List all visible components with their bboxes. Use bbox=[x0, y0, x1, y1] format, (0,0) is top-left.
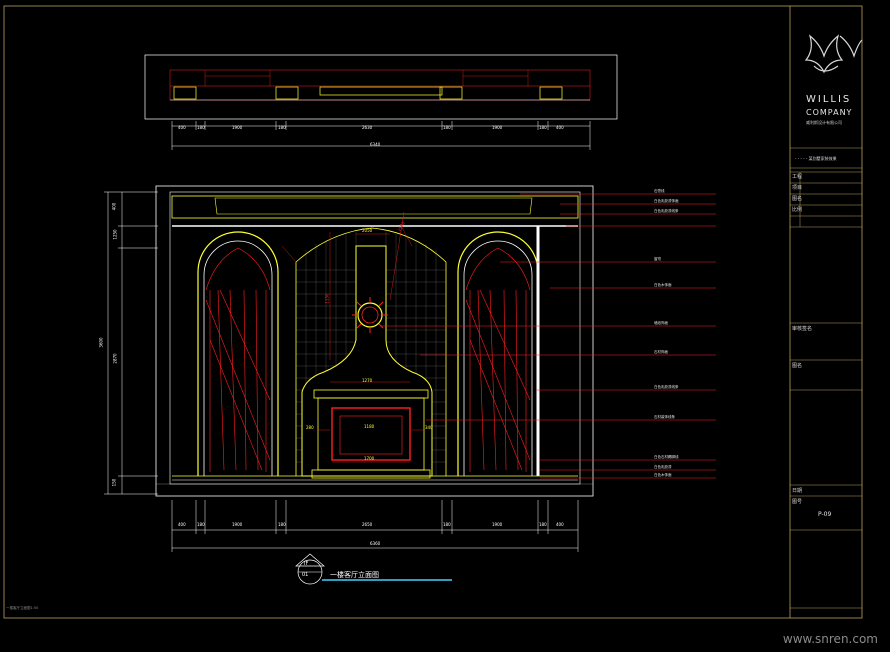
cad-drawing-canvas bbox=[3, 5, 863, 619]
inner-dim: 2050 bbox=[362, 228, 373, 233]
inner-dim: 1150 bbox=[324, 293, 330, 304]
callout-label: 石材饰面 bbox=[654, 350, 668, 354]
tb-field-drawing-name: 图名 bbox=[792, 363, 803, 369]
elev-dim: 180 bbox=[197, 522, 205, 527]
tb-field-project: 工程 bbox=[792, 174, 803, 180]
left-dim: 150 bbox=[111, 478, 117, 487]
plan-dim: 180 bbox=[278, 125, 286, 130]
callout-label: 白色石材踢脚线 bbox=[654, 455, 679, 459]
plan-dim: 2630 bbox=[362, 125, 373, 130]
watermark: www.snren.com bbox=[782, 632, 878, 646]
project-caption: - - - - - 某别墅家装效果 bbox=[795, 156, 837, 161]
elev-dim: 1900 bbox=[492, 522, 503, 527]
plan-dim: 400 bbox=[178, 125, 186, 130]
tb-field-drawing-no: 图号 bbox=[792, 499, 803, 505]
elev-dim: 2650 bbox=[362, 522, 373, 527]
inner-dim: 1700 bbox=[364, 456, 375, 461]
callout-label: 白色乳胶漆饰面 bbox=[654, 199, 679, 203]
elev-total-dim: 6360 bbox=[370, 541, 381, 546]
plan-dim: 400 bbox=[556, 125, 564, 130]
plan-dim: 1900 bbox=[232, 125, 243, 130]
company-tagline: 威利斯设计有限公司 bbox=[806, 120, 842, 125]
elev-dim: 400 bbox=[556, 522, 564, 527]
left-dim: 2870 bbox=[112, 353, 118, 364]
elev-dim: 180 bbox=[278, 522, 286, 527]
drawing-number: P-09 bbox=[818, 511, 832, 518]
company-name-line2: COMPANY bbox=[806, 108, 853, 117]
callout-label: 白色木饰面 bbox=[654, 283, 672, 287]
plan-total-dim: 6340 bbox=[370, 142, 381, 147]
footer-note: 一楼客厅立面图1:50 bbox=[6, 606, 39, 610]
title-block-grid bbox=[790, 147, 862, 609]
plan-dim: 180 bbox=[539, 125, 547, 130]
drawing-title: 一楼客厅立面图 bbox=[330, 571, 379, 579]
tb-field-item: 项目 bbox=[792, 185, 803, 191]
elev-dim: 1900 bbox=[232, 522, 243, 527]
elevation-view bbox=[104, 185, 716, 552]
inner-dim: 280 bbox=[306, 425, 314, 430]
section-marker-top: IF bbox=[304, 561, 309, 567]
plan-dim: 180 bbox=[443, 125, 451, 130]
callout-label: 石膏线 bbox=[654, 189, 665, 193]
callout-label: 白色乳胶漆线条 bbox=[654, 385, 679, 389]
callout-label: 白色乳胶漆 bbox=[654, 465, 672, 469]
left-dim: 400 bbox=[111, 202, 117, 211]
elev-dim: 400 bbox=[178, 522, 186, 527]
left-total-dim: 3600 bbox=[98, 337, 104, 348]
tb-field-drawing: 图名 bbox=[792, 196, 803, 202]
callout-label: 白色木饰面 bbox=[654, 473, 672, 477]
elev-dim: 180 bbox=[539, 522, 547, 527]
company-name: WILLIS bbox=[806, 94, 852, 105]
section-marker-bottom: 01 bbox=[302, 572, 309, 578]
tb-field-scale: 比例 bbox=[792, 207, 803, 213]
callout-label: 墙纸饰面 bbox=[654, 321, 668, 325]
sheet-frame bbox=[3, 5, 863, 619]
plan-view bbox=[144, 54, 618, 150]
tb-field-date: 日期 bbox=[792, 488, 803, 494]
plan-dim: 180 bbox=[197, 125, 205, 130]
inner-dim: 1180 bbox=[364, 424, 375, 429]
elev-dim: 180 bbox=[443, 522, 451, 527]
left-dim: 1250 bbox=[112, 229, 118, 240]
inner-dim: 1270 bbox=[362, 378, 373, 383]
callout-label: 石材装饰线条 bbox=[654, 415, 675, 419]
inner-dim: 340 bbox=[425, 425, 433, 430]
tb-field-approval: 审核签名 bbox=[792, 326, 813, 332]
callout-label: 白色乳胶漆线条 bbox=[654, 209, 679, 213]
plan-dim: 1900 bbox=[492, 125, 503, 130]
callout-label: 窗帘 bbox=[654, 257, 661, 261]
willis-logo-icon bbox=[804, 34, 863, 74]
